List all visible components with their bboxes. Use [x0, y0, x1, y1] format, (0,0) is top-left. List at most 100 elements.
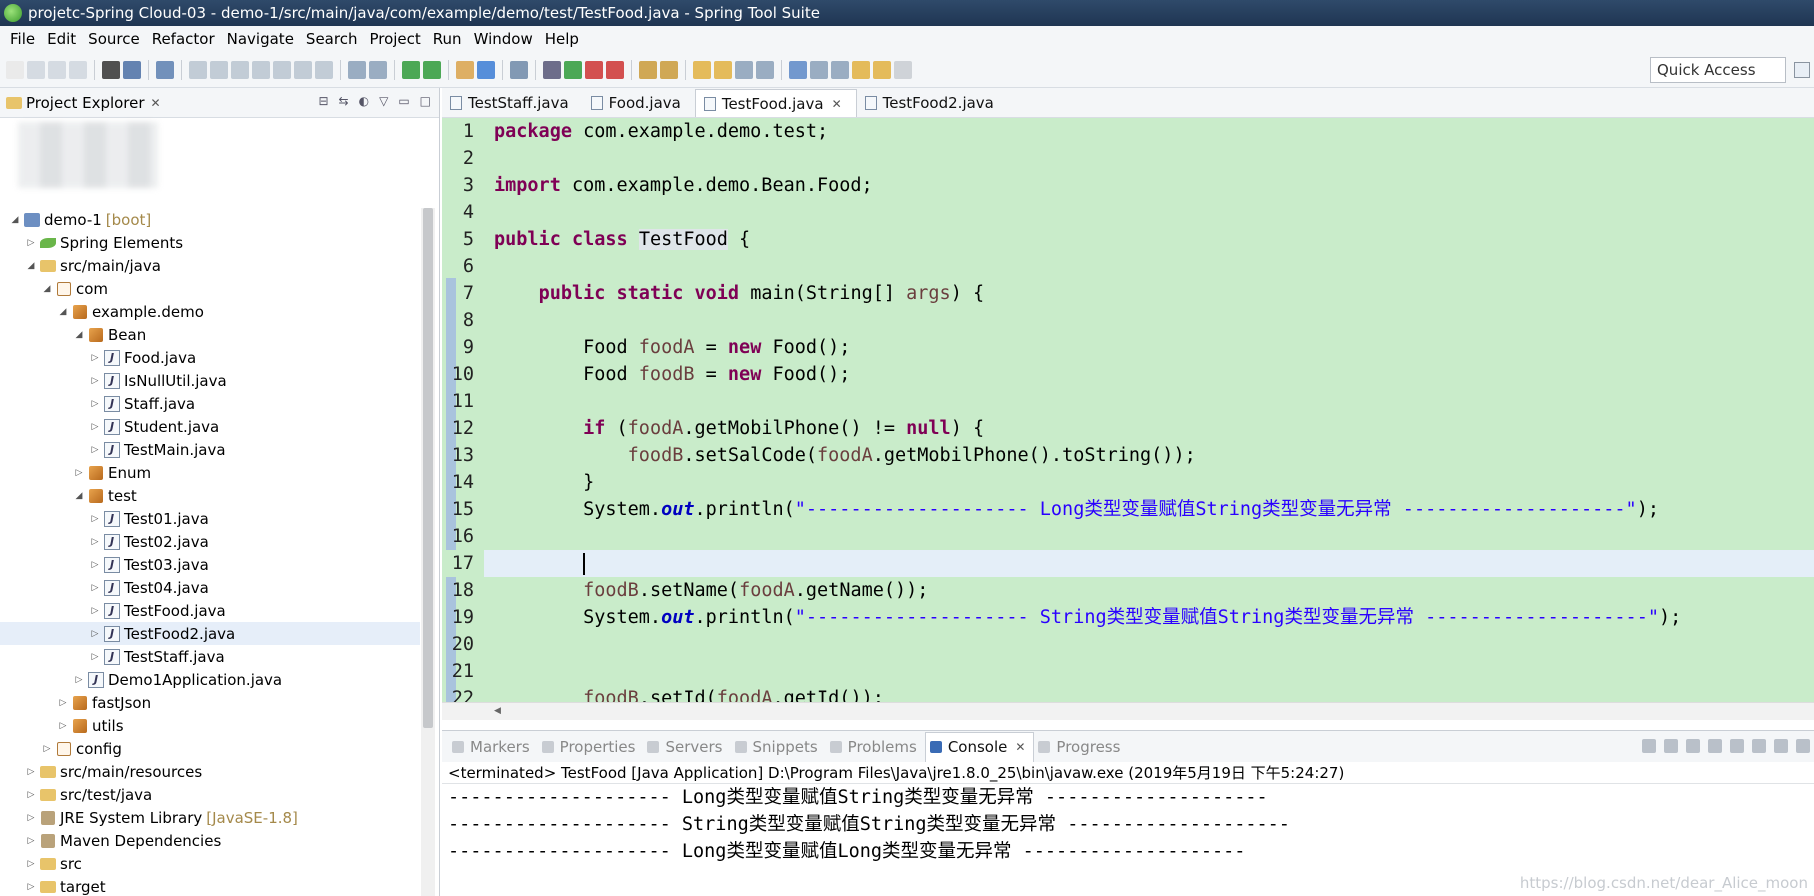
new-icon[interactable]: [6, 60, 24, 79]
forward-icon[interactable]: [894, 60, 912, 79]
view-menu-icon[interactable]: ▽: [379, 94, 388, 108]
code-line[interactable]: 18 foodB.setName(foodA.getName());: [442, 577, 1814, 604]
tab-progress[interactable]: Progress: [1034, 732, 1128, 762]
code-line[interactable]: 2: [442, 145, 1814, 172]
tree-item-bean[interactable]: ◢ Bean: [0, 323, 420, 346]
tab-problems[interactable]: Problems: [826, 732, 925, 762]
tree-item-testfood-java[interactable]: ▷ J TestFood.java: [0, 599, 420, 622]
clear-console-icon[interactable]: [1708, 739, 1722, 753]
tab-properties[interactable]: Properties: [538, 732, 644, 762]
tree-item-demo-1[interactable]: ◢ demo-1 [boot]: [0, 208, 420, 231]
code-line[interactable]: 6: [442, 253, 1814, 280]
remove-launch-icon[interactable]: [1664, 739, 1678, 753]
tab-teststaff-java[interactable]: TestStaff.java: [442, 89, 583, 117]
expand-arrow-icon[interactable]: ▷: [72, 675, 86, 685]
code-line[interactable]: 12 if (foodA.getMobilPhone() != null) {: [442, 415, 1814, 442]
tree-item-com[interactable]: ◢ com: [0, 277, 420, 300]
code-line[interactable]: 1 package com.example.demo.test;: [442, 118, 1814, 145]
save-icon[interactable]: [27, 60, 45, 79]
code-line[interactable]: 8: [442, 307, 1814, 334]
editor-horizontal-scrollbar[interactable]: ◀: [442, 702, 1814, 720]
code-line[interactable]: 7 public static void main(String[] args)…: [442, 280, 1814, 307]
tree-item-isnullutil-java[interactable]: ▷ J IsNullUtil.java: [0, 369, 420, 392]
menu-project[interactable]: Project: [363, 30, 426, 48]
disconnect-icon[interactable]: [252, 60, 270, 79]
coverage-icon[interactable]: [585, 60, 603, 79]
quick-access-input[interactable]: Quick Access: [1650, 57, 1786, 83]
new-package-icon[interactable]: [456, 60, 474, 79]
code-line[interactable]: 14 }: [442, 469, 1814, 496]
code-line[interactable]: 9 Food foodA = new Food();: [442, 334, 1814, 361]
expand-arrow-icon[interactable]: ▷: [72, 468, 86, 478]
prev-annotation-icon[interactable]: [831, 60, 849, 79]
tasks-icon[interactable]: [348, 60, 366, 79]
tree-item-demo1application-java[interactable]: ▷ J Demo1Application.java: [0, 668, 420, 691]
tree-item-testfood2-java[interactable]: ▷ J TestFood2.java: [0, 622, 420, 645]
stop-icon[interactable]: [231, 60, 249, 79]
tree-item-jre-system-library[interactable]: ▷ JRE System Library [JavaSE-1.8]: [0, 806, 420, 829]
link-editor-icon[interactable]: ⇆: [339, 94, 349, 108]
expand-arrow-icon[interactable]: ▷: [56, 721, 70, 731]
tree-item-utils[interactable]: ▷ utils: [0, 714, 420, 737]
minimize-icon[interactable]: ▭: [398, 94, 409, 108]
scroll-left-icon[interactable]: ◀: [494, 706, 501, 716]
step-return-icon[interactable]: [315, 60, 333, 79]
expand-arrow-icon[interactable]: ▷: [24, 767, 38, 777]
last-edit-icon[interactable]: [852, 60, 870, 79]
scroll-lock-icon[interactable]: [1730, 739, 1744, 753]
code-editor[interactable]: 1 package com.example.demo.test; 2 3 import …: [442, 118, 1814, 702]
code-line[interactable]: 21: [442, 658, 1814, 685]
tree-item-target[interactable]: ▷ target: [0, 875, 420, 896]
tree-item-test03-java[interactable]: ▷ J Test03.java: [0, 553, 420, 576]
code-line[interactable]: 15 System.out.println("-----------------…: [442, 496, 1814, 523]
back-icon[interactable]: [873, 60, 891, 79]
open-type-icon[interactable]: [639, 60, 657, 79]
save-all-icon[interactable]: [48, 60, 66, 79]
relaunch-icon[interactable]: [423, 60, 441, 79]
expand-arrow-icon[interactable]: ▷: [88, 422, 102, 432]
resume-icon[interactable]: [189, 60, 207, 79]
open-task-icon[interactable]: [660, 60, 678, 79]
expand-arrow-icon[interactable]: ▷: [40, 744, 54, 754]
menu-window[interactable]: Window: [468, 30, 539, 48]
skip-breakpoints-icon[interactable]: [156, 60, 174, 79]
code-line[interactable]: 4: [442, 199, 1814, 226]
debug-icon[interactable]: [102, 60, 120, 79]
annotation-icon[interactable]: [693, 60, 711, 79]
expand-arrow-icon[interactable]: ▷: [88, 652, 102, 662]
expand-arrow-icon[interactable]: ▷: [88, 583, 102, 593]
tab-testfood2-java[interactable]: TestFood2.java: [857, 89, 1008, 117]
expand-arrow-icon[interactable]: ▷: [88, 606, 102, 616]
pin-console-icon[interactable]: [1752, 739, 1766, 753]
search-icon[interactable]: [510, 60, 528, 79]
tab-snippets[interactable]: Snippets: [731, 732, 826, 762]
collapse-arrow-icon[interactable]: ◢: [8, 215, 22, 225]
tree-item-src-main-java[interactable]: ◢ src/main/java: [0, 254, 420, 277]
tree-item-enum[interactable]: ▷ Enum: [0, 461, 420, 484]
tree-item-example-demo[interactable]: ◢ example.demo: [0, 300, 420, 323]
expand-arrow-icon[interactable]: ▷: [24, 238, 38, 248]
collapse-arrow-icon[interactable]: ◢: [72, 330, 86, 340]
expand-arrow-icon[interactable]: ▷: [88, 514, 102, 524]
tree-item-teststaff-java[interactable]: ▷ J TestStaff.java: [0, 645, 420, 668]
expand-arrow-icon[interactable]: ▷: [56, 698, 70, 708]
close-icon[interactable]: ✕: [1015, 740, 1025, 754]
expand-arrow-icon[interactable]: ▷: [88, 376, 102, 386]
tree-item-src[interactable]: ▷ src: [0, 852, 420, 875]
next-annotation-icon[interactable]: [810, 60, 828, 79]
step-into-icon[interactable]: [273, 60, 291, 79]
collapse-arrow-icon[interactable]: ◢: [56, 307, 70, 317]
menu-refactor[interactable]: Refactor: [146, 30, 221, 48]
menu-source[interactable]: Source: [82, 30, 146, 48]
suspend-icon[interactable]: [210, 60, 228, 79]
block-select-icon[interactable]: [735, 60, 753, 79]
close-icon[interactable]: ✕: [151, 96, 161, 110]
display-console-icon[interactable]: [1774, 739, 1788, 753]
tab-markers[interactable]: Markers: [448, 732, 538, 762]
external-tools-icon[interactable]: [606, 60, 624, 79]
tree-item-food-java[interactable]: ▷ J Food.java: [0, 346, 420, 369]
menu-run[interactable]: Run: [427, 30, 468, 48]
filter-icon[interactable]: ◐: [359, 94, 369, 108]
expand-arrow-icon[interactable]: ▷: [88, 353, 102, 363]
terminal-icon[interactable]: [123, 60, 141, 79]
